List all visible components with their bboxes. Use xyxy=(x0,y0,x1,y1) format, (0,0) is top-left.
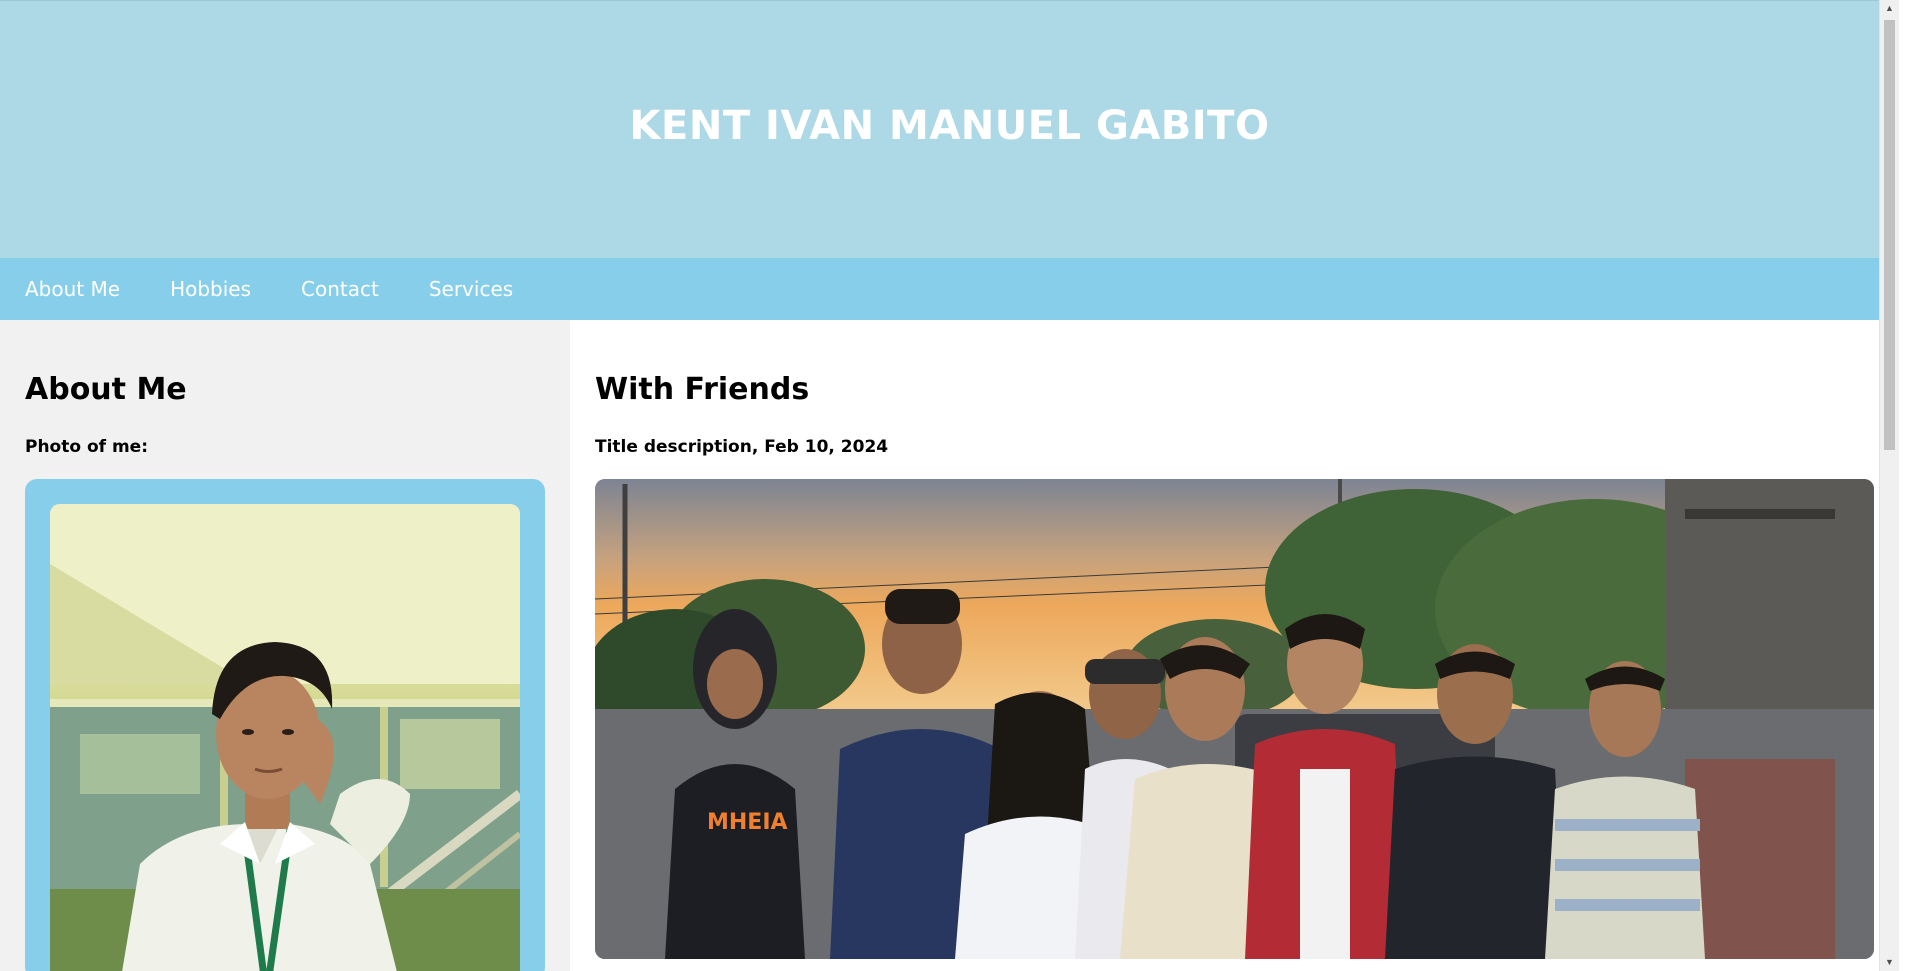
friends-group-photo: MHEIA xyxy=(595,479,1874,959)
profile-photo xyxy=(50,504,520,971)
nav-link-about-me[interactable]: About Me xyxy=(0,258,145,320)
chevron-down-icon[interactable]: ▼ xyxy=(1880,954,1899,971)
right-column: With Friends Title description, Feb 10, … xyxy=(570,320,1899,971)
profile-photo-card xyxy=(25,479,545,971)
left-column: About Me Photo of me: xyxy=(0,320,570,971)
site-header: KENT IVAN MANUEL GABITO xyxy=(0,0,1899,258)
scrollbar-thumb[interactable] xyxy=(1884,20,1895,450)
nav-link-hobbies[interactable]: Hobbies xyxy=(145,258,276,320)
page: KENT IVAN MANUEL GABITO About Me Hobbies… xyxy=(0,0,1899,971)
friends-photo-caption: Title description, Feb 10, 2024 xyxy=(595,437,889,457)
about-me-heading: About Me xyxy=(25,372,187,407)
nav-link-contact[interactable]: Contact xyxy=(276,258,404,320)
nav-link-services[interactable]: Services xyxy=(404,258,538,320)
with-friends-heading: With Friends xyxy=(595,372,810,407)
site-title: KENT IVAN MANUEL GABITO xyxy=(629,102,1270,149)
top-nav: About Me Hobbies Contact Services xyxy=(0,258,1899,320)
vertical-scrollbar[interactable]: ▲ ▼ xyxy=(1879,0,1899,971)
svg-text:MHEIA: MHEIA xyxy=(707,810,788,835)
chevron-up-icon[interactable]: ▲ xyxy=(1880,0,1899,17)
friends-photo-illustration: MHEIA xyxy=(595,479,1874,959)
profile-photo-illustration xyxy=(50,504,520,971)
main-content: About Me Photo of me: With Friends Title… xyxy=(0,320,1899,971)
photo-of-me-label: Photo of me: xyxy=(25,437,149,457)
